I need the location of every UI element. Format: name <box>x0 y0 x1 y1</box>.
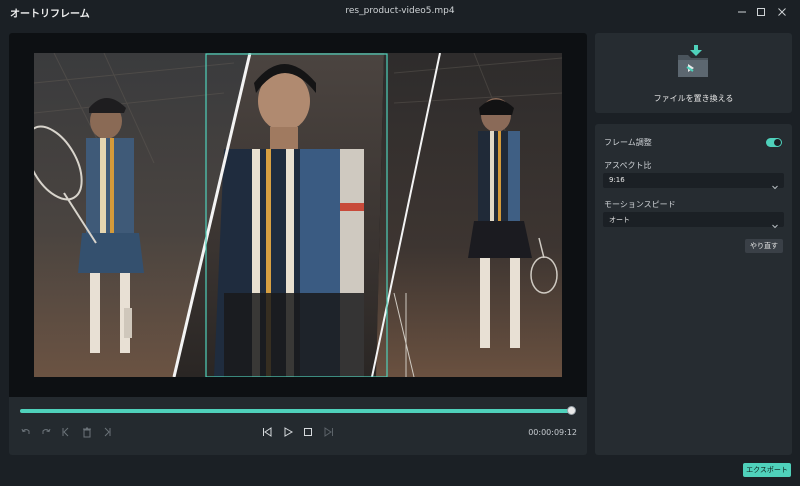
replace-file-label: ファイルを置き換える <box>653 94 734 103</box>
maximize-icon[interactable] <box>753 4 769 20</box>
frame-adjust-label: フレーム調整 <box>604 138 652 147</box>
replace-file-icon <box>674 43 714 83</box>
toggle-knob <box>774 139 781 146</box>
minimize-icon[interactable] <box>734 4 750 20</box>
file-title: res_product-video5.mp4 <box>345 6 455 16</box>
export-button[interactable]: エクスポート <box>743 463 791 477</box>
video-frame <box>34 53 562 377</box>
step-forward-icon[interactable] <box>322 425 336 439</box>
motion-speed-select[interactable]: オート <box>603 212 784 229</box>
stop-icon[interactable] <box>301 425 315 439</box>
motion-speed-label: モーションスピード <box>604 200 676 209</box>
redo-icon[interactable] <box>39 425 53 439</box>
video-preview <box>9 33 587 397</box>
aspect-ratio-select[interactable]: 9:16 <box>603 173 784 190</box>
timeline-playhead[interactable] <box>566 406 576 415</box>
keyframe-end-icon[interactable] <box>100 425 114 439</box>
step-back-icon[interactable] <box>260 425 274 439</box>
replace-file-card[interactable]: ファイルを置き換える <box>595 33 792 113</box>
video-image <box>34 53 562 377</box>
chevron-down-icon <box>771 215 779 234</box>
timecode: 00:00:09:12 <box>528 428 577 437</box>
play-icon[interactable] <box>281 425 295 439</box>
redo-button[interactable]: やり直す <box>745 239 783 253</box>
delete-icon[interactable] <box>80 425 94 439</box>
timeline-track[interactable] <box>20 406 576 415</box>
preview-panel: 00:00:09:12 <box>9 33 587 455</box>
undo-icon[interactable] <box>19 425 33 439</box>
keyframe-start-icon[interactable] <box>59 425 73 439</box>
frame-adjust-toggle[interactable] <box>766 138 782 147</box>
settings-panel: フレーム調整 アスペクト比 9:16 モーションスピード オート やり直す <box>595 124 792 455</box>
aspect-ratio-label: アスペクト比 <box>604 161 652 170</box>
aspect-ratio-value: 9:16 <box>609 176 625 184</box>
close-icon[interactable] <box>774 4 790 20</box>
motion-speed-value: オート <box>609 216 630 224</box>
title-bar: オートリフレーム res_product-video5.mp4 <box>0 0 800 24</box>
timeline-progress <box>20 409 572 413</box>
chevron-down-icon <box>771 176 779 195</box>
